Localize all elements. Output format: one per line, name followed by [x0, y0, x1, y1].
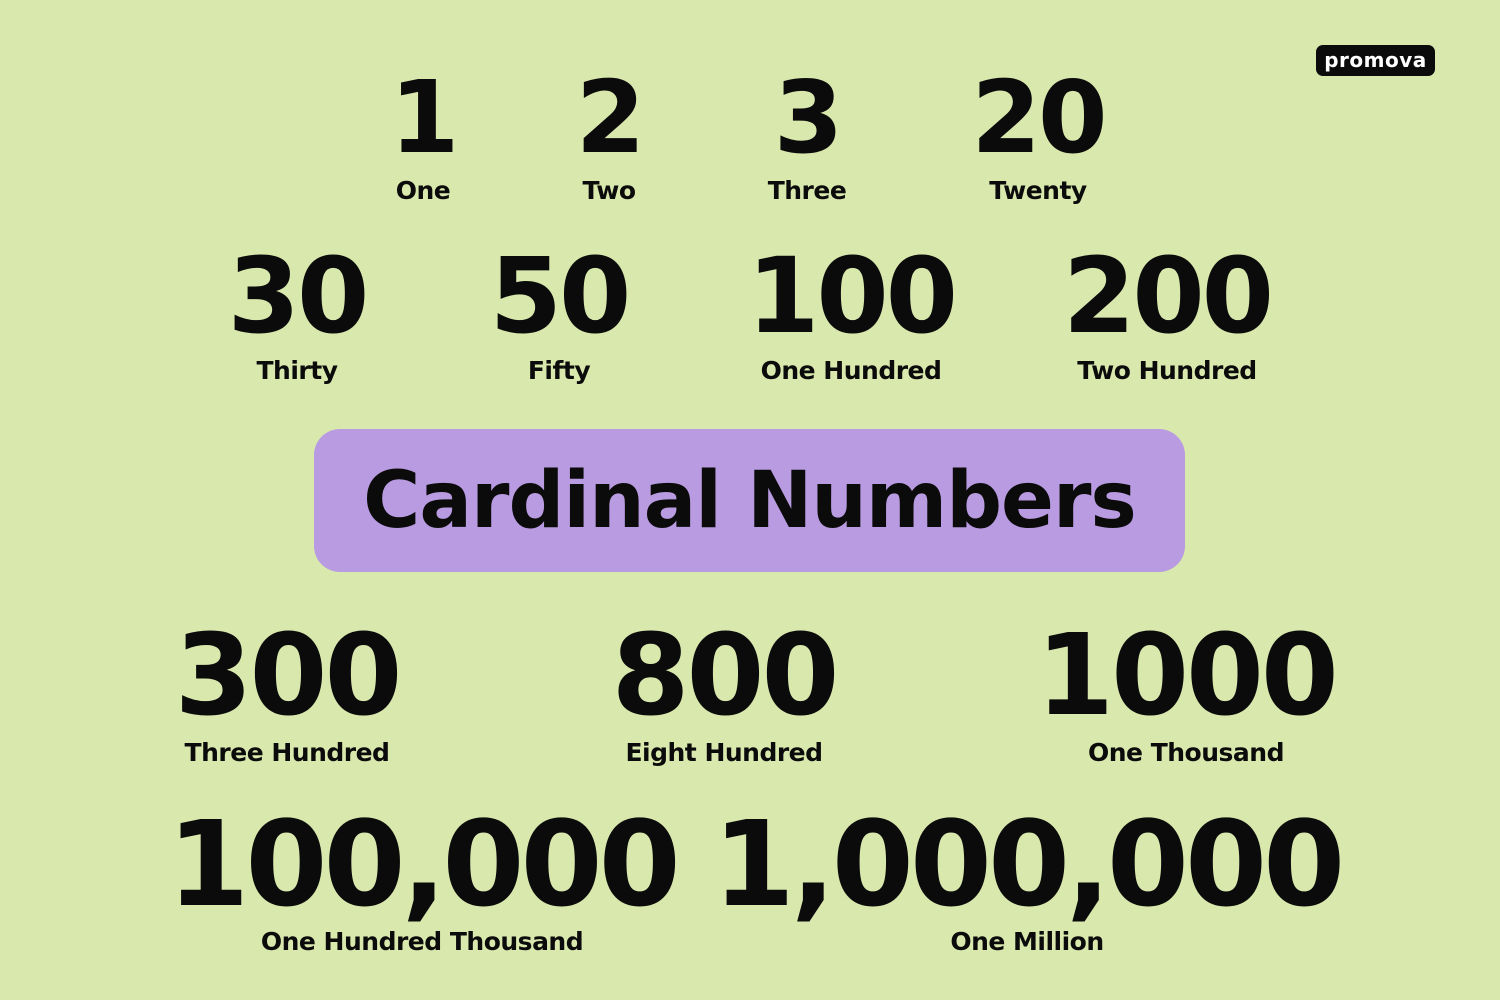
number-card-20: 20 Twenty — [971, 59, 1107, 205]
number-card-1000: 1000 One Thousand — [1036, 611, 1339, 767]
number-word: One — [395, 176, 451, 205]
page-title: Cardinal Numbers — [363, 455, 1137, 546]
number-word: Twenty — [989, 176, 1087, 205]
number-card-1000000: 1,000,000 One Million — [712, 795, 1345, 954]
number-word: Three Hundred — [184, 738, 390, 767]
number-word: Two Hundred — [1077, 356, 1257, 385]
number-card-100: 100 One Hundred — [746, 235, 958, 385]
number-card-200: 200 Two Hundred — [1062, 235, 1274, 385]
number-card-100000: 100,000 One Hundred Thousand — [167, 795, 680, 954]
numeral: 1000 — [1036, 611, 1339, 741]
title-banner: Cardinal Numbers — [314, 429, 1185, 572]
promova-logo: promova — [1316, 45, 1435, 76]
number-word: Thirty — [256, 356, 338, 385]
number-card-3: 3 Three — [767, 59, 847, 205]
numeral: 1,000,000 — [712, 795, 1345, 933]
numeral: 2 — [575, 59, 646, 176]
number-word: Three — [767, 176, 847, 205]
number-card-300: 300 Three Hundred — [174, 611, 403, 767]
number-word: One Thousand — [1088, 738, 1284, 767]
number-card-1: 1 One — [389, 59, 460, 205]
numeral: 200 — [1062, 235, 1274, 357]
number-card-30: 30 Thirty — [227, 235, 370, 385]
number-word: Fifty — [527, 356, 591, 385]
number-word: Two — [582, 176, 636, 205]
number-card-2: 2 Two — [575, 59, 646, 205]
numeral: 50 — [489, 235, 632, 357]
number-word: Eight Hundred — [625, 738, 823, 767]
number-card-50: 50 Fifty — [489, 235, 632, 385]
number-card-800: 800 Eight Hundred — [611, 611, 840, 767]
numeral: 1 — [389, 59, 460, 176]
numeral: 3 — [773, 59, 844, 176]
numeral: 20 — [971, 59, 1107, 176]
numeral: 100 — [746, 235, 958, 357]
numeral: 800 — [611, 611, 840, 741]
numeral: 100,000 — [167, 795, 680, 933]
number-word: One Hundred — [760, 356, 942, 385]
numeral: 30 — [227, 235, 370, 357]
numeral: 300 — [174, 611, 403, 741]
